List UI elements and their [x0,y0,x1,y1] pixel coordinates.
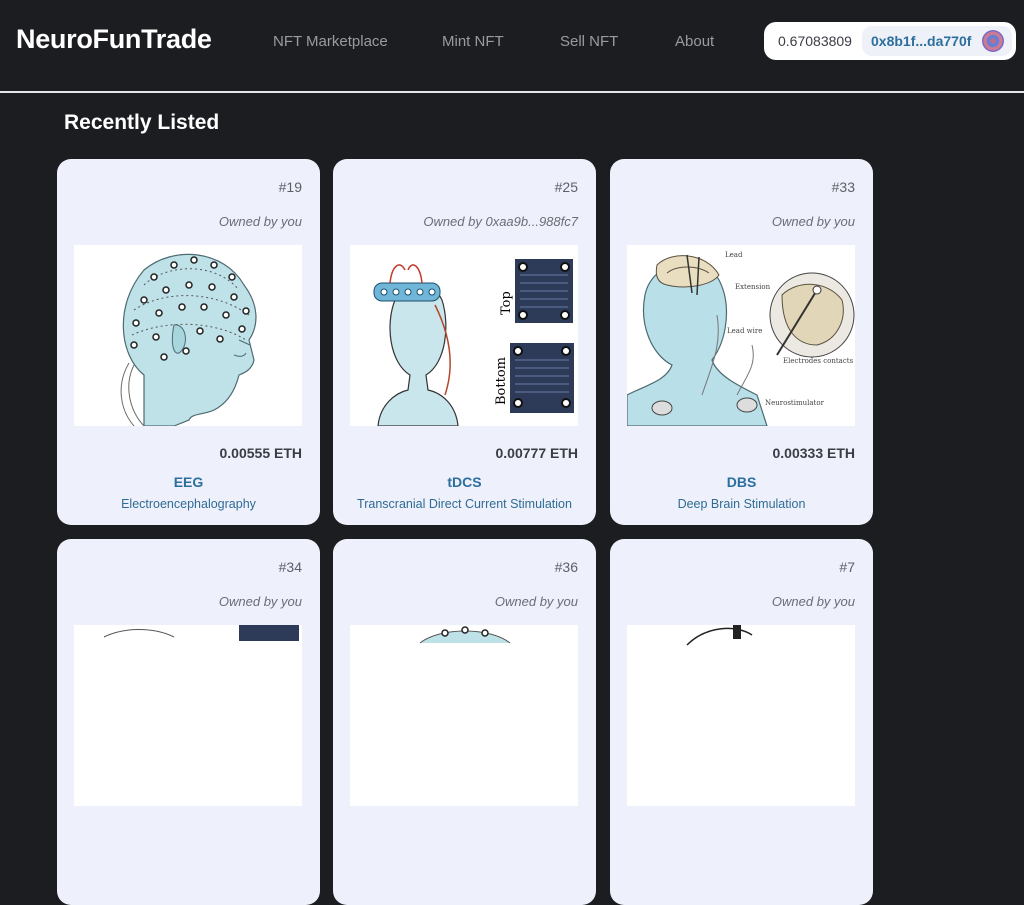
nft-name: tDCS [447,474,482,490]
token-id: #33 [831,179,855,195]
token-id: #34 [278,559,302,575]
token-id: #19 [278,179,302,195]
nav-nft-marketplace[interactable]: NFT Marketplace [273,33,388,50]
owner-label: Owned by you [494,594,578,609]
owner-label: Owned by you [218,594,302,609]
nft-image-7 [627,625,855,806]
nft-image-dbs: Lead Extension Lead wire Electrodes cont… [627,245,855,426]
image-label-extension: Extension [735,283,771,291]
wallet-address-pill[interactable]: 0x8b1f...da770f [862,26,1012,56]
nft-card-tdcs[interactable]: #25 Owned by 0xaa9b...988fc7 Top Bottom [333,159,596,525]
wallet-button[interactable]: 0.67083809 0x8b1f...da770f [764,22,1016,60]
image-label-neurostimulator: Neurostimulator [765,399,825,407]
nft-price: 0.00777 ETH [495,445,579,461]
nav-about[interactable]: About [675,33,714,50]
token-id: #7 [839,559,855,575]
header-divider [0,91,1024,93]
nft-card-7[interactable]: #7 Owned by you [610,539,873,905]
nft-description: Deep Brain Stimulation [677,497,806,511]
avatar-identicon-icon [982,30,1004,52]
wallet-address: 0x8b1f...da770f [871,33,972,49]
image-label-top: Top [499,291,514,315]
nft-image-eeg [74,245,302,426]
nft-card-eeg[interactable]: #19 Owned by you 0.00555 ETH EEG Electro… [57,159,320,525]
nav-mint-nft[interactable]: Mint NFT [442,33,504,50]
nft-name: EEG [173,474,204,490]
image-label-electrodes: Electrodes contacts [783,357,854,365]
nav-sell-nft[interactable]: Sell NFT [560,33,618,50]
nft-image-tdcs: Top Bottom [350,245,578,426]
top-navbar: NeuroFunTrade NFT Marketplace Mint NFT S… [0,0,1024,92]
section-title: Recently Listed [64,111,220,134]
token-id: #25 [554,179,578,195]
owner-label: Owned by you [771,214,855,229]
owner-label: Owned by you [218,214,302,229]
nft-card-dbs[interactable]: #33 Owned by you Lead Extension Lead wir… [610,159,873,525]
nft-price: 0.00555 ETH [219,445,303,461]
nft-card-34[interactable]: #34 Owned by you [57,539,320,905]
brand-logo[interactable]: NeuroFunTrade [16,24,212,55]
wallet-balance: 0.67083809 [778,33,852,49]
nft-image-36 [350,625,578,806]
owner-label: Owned by 0xaa9b...988fc7 [423,214,578,229]
nft-card-36[interactable]: #36 Owned by you [333,539,596,905]
nft-image-34 [74,625,302,806]
nft-description: Transcranial Direct Current Stimulation [357,497,572,511]
nft-price: 0.00333 ETH [772,445,856,461]
image-label-lead: Lead [725,251,743,259]
image-label-bottom: Bottom [494,357,509,405]
nft-description: Electroencephalography [121,497,256,511]
image-label-lead-wire: Lead wire [727,327,762,335]
nft-name: DBS [726,474,757,490]
owner-label: Owned by you [771,594,855,609]
token-id: #36 [554,559,578,575]
